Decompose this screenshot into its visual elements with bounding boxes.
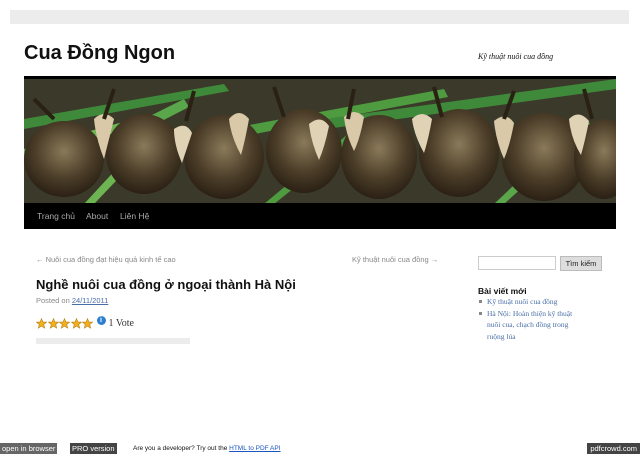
main-nav: Trang chủ About Liên Hệ [24, 203, 616, 229]
search-input[interactable] [478, 256, 556, 270]
recent-post-item-continued[interactable]: ruộng lúa [478, 331, 603, 343]
rating-star-icon[interactable] [59, 317, 70, 329]
recent-post-item[interactable]: Hà Nội: Hoàn thiện kỹ thuật [478, 308, 603, 320]
site-title[interactable]: Cua Đồng Ngon [24, 42, 175, 65]
nav-item-contact[interactable]: Liên Hệ [120, 211, 149, 221]
site-description: Kỹ thuật nuôi cua đồng [478, 52, 554, 61]
vote-count: 1 Vote [108, 317, 134, 329]
nav-item-home[interactable]: Trang chủ [37, 211, 75, 221]
search-button[interactable]: Tìm kiếm [560, 256, 602, 271]
rating-star-icon[interactable] [82, 317, 93, 329]
post-meta: Posted on 24/11/2011 [36, 296, 108, 305]
recent-posts-list: Kỹ thuật nuôi cua đồng Hà Nội: Hoàn thiệ… [478, 296, 603, 348]
previous-post-link[interactable]: ← Nuôi cua đồng đạt hiệu quả kinh tế cao [36, 255, 176, 264]
header-image [24, 76, 616, 204]
content-placeholder-bar [36, 338, 190, 344]
post-date-link[interactable]: 24/11/2011 [72, 296, 108, 305]
open-in-browser-button[interactable]: open in browser [0, 443, 58, 454]
next-post-link[interactable]: Kỹ thuật nuôi cua đồng → [352, 255, 438, 264]
recent-post-item-continued[interactable]: nuôi cua, chạch đồng trong [478, 319, 603, 331]
recent-post-item[interactable]: Kỹ thuật nuôi cua đồng [478, 296, 603, 308]
posted-on-label: Posted on [36, 296, 70, 305]
rating-star-icon[interactable] [36, 317, 47, 329]
pdfcrowd-footer: open in browser PRO version Are you a de… [0, 443, 640, 454]
developer-promo-text: Are you a developer? Try out the [133, 445, 228, 452]
html-to-pdf-api-link[interactable]: HTML to PDF API [229, 445, 280, 452]
top-bar [10, 10, 629, 24]
rating-star-icon[interactable] [70, 317, 82, 329]
rating-star-icon[interactable] [47, 317, 59, 329]
nav-item-about[interactable]: About [86, 211, 108, 221]
info-icon[interactable]: i [96, 315, 106, 325]
rating-widget: i 1 Vote [36, 315, 134, 330]
pdfcrowd-brand[interactable]: pdfcrowd.com [587, 443, 640, 454]
recent-posts-title: Bài viết mới [478, 286, 527, 296]
developer-promo: Are you a developer? Try out the HTML to… [133, 443, 281, 454]
post-title[interactable]: Nghề nuôi cua đồng ở ngoại thành Hà Nội [36, 277, 296, 292]
pro-version-button[interactable]: PRO version [70, 443, 117, 454]
